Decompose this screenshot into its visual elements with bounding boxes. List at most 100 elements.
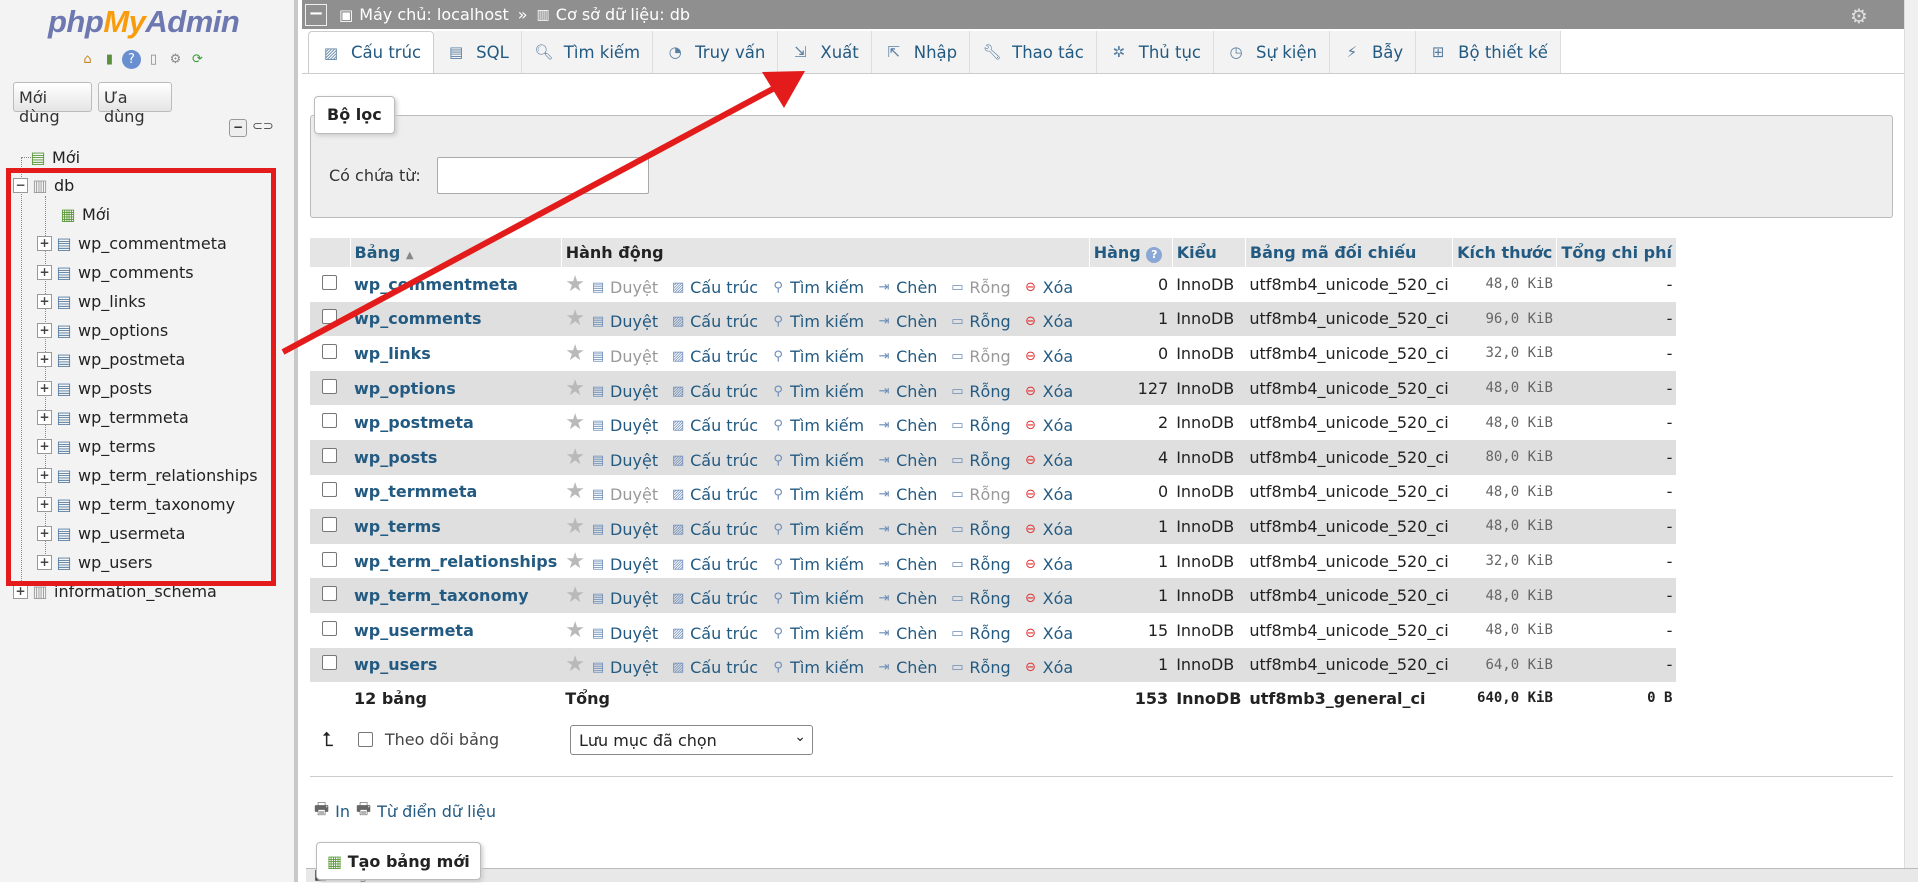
link-with-main-icon[interactable]: ⊂⊃ [252,119,274,137]
insert-action[interactable]: ⇥ Chèn [876,589,938,608]
tab-export[interactable]: ⇲ Xuất [778,31,872,73]
search-action[interactable]: ⚲ Tìm kiếm [770,451,864,470]
structure-action[interactable]: ▨ Cấu trúc [670,624,758,643]
table-name-link[interactable]: wp_commentmeta [350,267,562,302]
insert-action[interactable]: ⇥ Chèn [876,485,938,504]
empty-action[interactable]: ▭ Rỗng [949,624,1010,643]
insert-action[interactable]: ⇥ Chèn [876,555,938,574]
row-size[interactable]: 80,0 KiB [1452,439,1557,475]
check-all-checkbox[interactable] [357,731,373,747]
empty-action[interactable]: ▭ Rỗng [949,520,1010,539]
tree-item-new-database[interactable]: ▤ Mới [30,146,80,168]
home-icon[interactable]: ⌂ [78,50,97,69]
browse-action[interactable]: ▤ Duyệt [590,555,658,574]
row-checkbox[interactable] [322,343,337,359]
row-checkbox[interactable] [322,309,337,325]
row-checkbox[interactable] [322,447,337,463]
empty-action[interactable]: ▭ Rỗng [949,312,1010,331]
row-checkbox[interactable] [322,378,337,394]
drop-action[interactable]: ⊖ Xóa [1023,520,1073,539]
tab-structure[interactable]: ▨ Cấu trúc [308,31,435,73]
drop-action[interactable]: ⊖ Xóa [1023,658,1073,677]
tab-events[interactable]: ◷ Sự kiện [1214,31,1330,73]
empty-action[interactable]: ▭ Rỗng [949,347,1010,366]
structure-action[interactable]: ▨ Cấu trúc [670,555,758,574]
structure-action[interactable]: ▨ Cấu trúc [670,382,758,401]
column-header-rows[interactable]: Hàng ? [1089,238,1173,267]
browse-action[interactable]: ▤ Duyệt [590,347,658,366]
table-name-link[interactable]: wp_postmeta [350,405,562,440]
empty-action[interactable]: ▭ Rỗng [949,555,1010,574]
row-checkbox[interactable] [322,620,337,636]
row-size[interactable]: 96,0 KiB [1452,301,1557,337]
browse-action[interactable]: ▤ Duyệt [590,451,658,470]
search-action[interactable]: ⚲ Tìm kiếm [770,555,864,574]
favorite-star-icon[interactable]: ★ [565,306,585,331]
check-all-label[interactable]: Theo dõi bảng [385,730,499,749]
favorite-star-icon[interactable]: ★ [565,272,585,297]
browse-action[interactable]: ▤ Duyệt [590,485,658,504]
browse-action[interactable]: ▤ Duyệt [590,658,658,677]
tab-query[interactable]: ◔ Truy vấn [653,31,779,73]
tab-sql[interactable]: ▤ SQL [434,31,522,73]
row-size[interactable]: 48,0 KiB [1452,370,1557,406]
row-size[interactable]: 32,0 KiB [1452,336,1557,371]
insert-action[interactable]: ⇥ Chèn [876,520,938,539]
drop-action[interactable]: ⊖ Xóa [1023,451,1073,470]
column-header-collation[interactable]: Bảng mã đối chiếu [1245,238,1454,267]
collapse-all-icon[interactable]: − [229,119,247,137]
table-name-link[interactable]: wp_terms [350,509,562,544]
insert-action[interactable]: ⇥ Chèn [876,347,938,366]
structure-action[interactable]: ▨ Cấu trúc [670,485,758,504]
structure-action[interactable]: ▨ Cấu trúc [670,416,758,435]
row-size[interactable]: 48,0 KiB [1452,509,1557,544]
tab-routines[interactable]: ✲ Thủ tục [1096,31,1215,73]
row-size[interactable]: 48,0 KiB [1452,474,1557,510]
drop-action[interactable]: ⊖ Xóa [1023,555,1073,574]
structure-action[interactable]: ▨ Cấu trúc [670,589,758,608]
drop-action[interactable]: ⊖ Xóa [1023,312,1073,331]
search-action[interactable]: ⚲ Tìm kiếm [770,382,864,401]
breadcrumb-server[interactable]: Máy chủ: localhost [359,5,509,24]
drop-action[interactable]: ⊖ Xóa [1023,278,1073,297]
search-action[interactable]: ⚲ Tìm kiếm [770,485,864,504]
favorite-star-icon[interactable]: ★ [565,376,585,401]
search-action[interactable]: ⚲ Tìm kiếm [770,624,864,643]
search-action[interactable]: ⚲ Tìm kiếm [770,416,864,435]
tab-triggers[interactable]: ⚡︎ Bẫy [1329,31,1417,73]
phpmyadmin-logo[interactable]: phpMyAdmin [48,4,240,40]
browse-action[interactable]: ▤ Duyệt [590,624,658,643]
favorite-star-icon[interactable]: ★ [565,652,585,677]
table-name-link[interactable]: wp_comments [350,301,562,337]
help-icon[interactable]: ? [1146,246,1163,263]
drop-action[interactable]: ⊖ Xóa [1023,382,1073,401]
row-size[interactable]: 48,0 KiB [1452,405,1557,440]
favorite-star-icon[interactable]: ★ [565,618,585,643]
structure-action[interactable]: ▨ Cấu trúc [670,520,758,539]
insert-action[interactable]: ⇥ Chèn [876,624,938,643]
structure-action[interactable]: ▨ Cấu trúc [670,658,758,677]
empty-action[interactable]: ▭ Rỗng [949,589,1010,608]
search-action[interactable]: ⚲ Tìm kiếm [770,347,864,366]
drop-action[interactable]: ⊖ Xóa [1023,347,1073,366]
bulk-action-select[interactable]: Lưu mục đã chọn ⌄ [570,725,813,755]
drop-action[interactable]: ⊖ Xóa [1023,589,1073,608]
favorite-star-icon[interactable]: ★ [565,549,585,574]
favorite-tables-button[interactable]: Ưa dùng [98,82,172,126]
empty-action[interactable]: ▭ Rỗng [949,416,1010,435]
structure-action[interactable]: ▨ Cấu trúc [670,451,758,470]
tab-import[interactable]: ⇱ Nhập [871,31,971,73]
collapse-sidebar-icon[interactable]: − [305,3,327,26]
favorite-star-icon[interactable]: ★ [565,583,585,608]
row-checkbox[interactable] [322,655,337,671]
row-size[interactable]: 48,0 KiB [1452,578,1557,613]
row-checkbox[interactable] [322,413,337,429]
help-icon[interactable]: ? [122,50,141,69]
table-name-link[interactable]: wp_users [350,647,562,683]
row-checkbox[interactable] [322,551,337,567]
drop-action[interactable]: ⊖ Xóa [1023,416,1073,435]
drop-action[interactable]: ⊖ Xóa [1023,485,1073,504]
row-size[interactable]: 32,0 KiB [1452,543,1557,579]
structure-action[interactable]: ▨ Cấu trúc [670,347,758,366]
browse-action[interactable]: ▤ Duyệt [590,589,658,608]
